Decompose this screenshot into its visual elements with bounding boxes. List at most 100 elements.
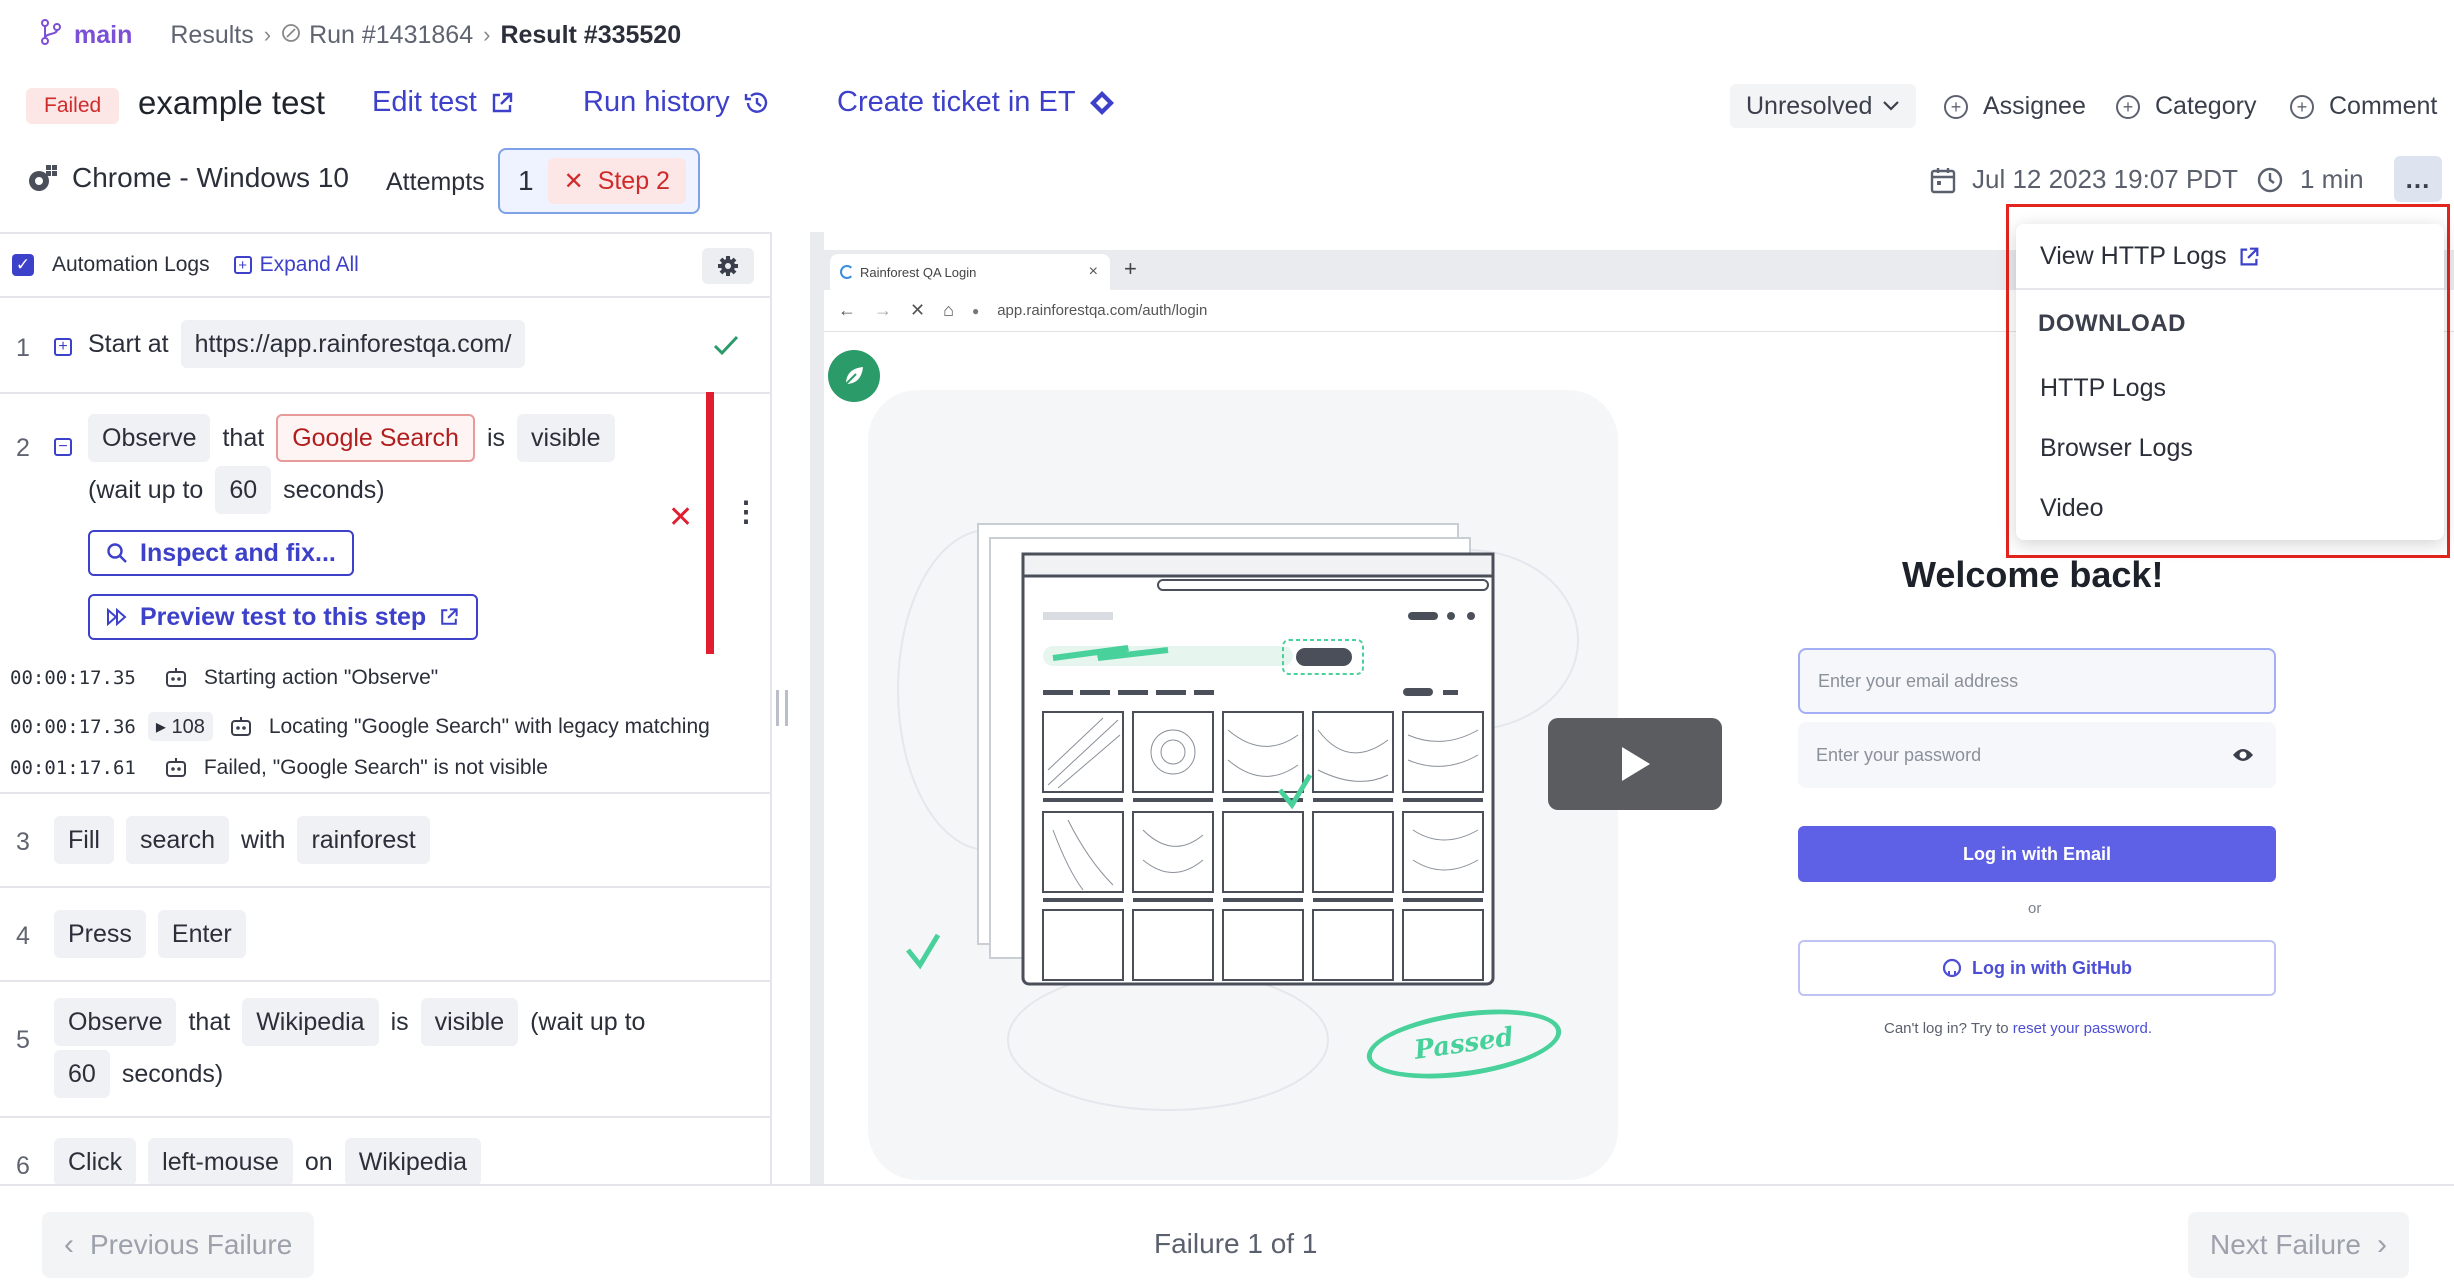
menu-item-browser-logs[interactable]: Browser Logs	[2040, 434, 2193, 463]
step-number: 2	[16, 434, 30, 462]
settings-button[interactable]	[702, 248, 754, 284]
log-count-chip[interactable]: ▸ 108	[147, 712, 213, 741]
comment-button[interactable]: + Comment	[2290, 92, 2437, 121]
step-row-failed[interactable]: 2 − Observe that Google Search is visibl…	[0, 394, 770, 794]
step-content-wait: 60 seconds)	[54, 1050, 235, 1098]
resolution-dropdown[interactable]: Unresolved	[1730, 84, 1917, 128]
create-ticket-label: Create ticket in ET	[837, 86, 1076, 118]
browser-tab-title: Rainforest QA Login	[860, 264, 977, 280]
log-message: Locating "Google Search" with legacy mat…	[268, 714, 710, 738]
assignee-button[interactable]: + Assignee	[1944, 92, 2086, 121]
category-button[interactable]: + Category	[2116, 92, 2256, 121]
step-word: on	[304, 1147, 333, 1176]
or-divider: or	[2028, 900, 2042, 917]
attempt-failed-step[interactable]: ✕ Step 2	[547, 158, 686, 204]
browser-label: Chrome - Windows 10	[72, 162, 349, 193]
edit-test-link[interactable]: Edit test	[372, 86, 515, 119]
automation-logs-label: Automation Logs	[52, 253, 210, 276]
attempt-number: 1	[518, 165, 534, 196]
automation-logs-checkbox[interactable]: ✓	[12, 254, 34, 276]
step-number: 1	[16, 334, 30, 362]
github-icon	[1942, 958, 1962, 978]
log-time: 00:00:17.36	[10, 715, 136, 738]
next-failure-button[interactable]: Next Failure ›	[2188, 1212, 2409, 1278]
step-word: that	[222, 423, 265, 452]
run-duration: 1 min	[2256, 164, 2364, 195]
menu-item-video[interactable]: Video	[2040, 494, 2104, 523]
attempts-label: Attempts	[386, 168, 485, 196]
more-options-menu: View HTTP Logs DOWNLOAD HTTP Logs Browse…	[2016, 224, 2444, 540]
login-github-label: Log in with GitHub	[1972, 957, 2132, 978]
calendar-icon	[1930, 167, 1956, 193]
kebab-menu-icon[interactable]: ⋮	[732, 498, 760, 526]
step-content: Observe that Google Search is visible	[88, 414, 627, 462]
eye-icon	[2233, 749, 2253, 761]
action-chip: Press	[54, 910, 146, 958]
target-chip: search	[125, 816, 229, 864]
target-chip: Wikipedia	[242, 998, 379, 1046]
log-count: 108	[171, 716, 205, 738]
email-placeholder: Enter your email address	[1818, 670, 2019, 691]
create-ticket-link[interactable]: Create ticket in ET	[837, 86, 1116, 119]
more-options-button[interactable]: ...	[2394, 156, 2442, 202]
action-chip: Observe	[88, 414, 211, 462]
step-row[interactable]: 3 Fill search with rainforest	[0, 794, 770, 888]
chevron-right-icon: ›	[483, 22, 491, 47]
breadcrumb-results[interactable]: Results	[170, 21, 253, 50]
branch-icon	[40, 18, 62, 52]
search-icon	[107, 543, 127, 563]
plus-circle-icon: +	[1944, 94, 1968, 119]
target-chip-failed[interactable]: Google Search	[276, 414, 475, 462]
check-icon	[713, 335, 739, 356]
login-title: Welcome back!	[1902, 554, 2164, 595]
step-row[interactable]: 4 Press Enter	[0, 888, 770, 982]
log-message: Starting action "Observe"	[203, 666, 439, 689]
edit-test-label: Edit test	[372, 86, 477, 118]
view-http-logs-label: View HTTP Logs	[2040, 242, 2227, 270]
external-link-icon	[441, 608, 458, 625]
breadcrumb-branch[interactable]: main	[74, 21, 132, 50]
target-chip: Wikipedia	[344, 1138, 482, 1184]
forward-arrow-icon: →	[874, 300, 892, 320]
step-row[interactable]: 5 Observe that Wikipedia is visible (wai…	[0, 982, 770, 1118]
minus-square-icon[interactable]: −	[54, 438, 72, 456]
step-row[interactable]: 6 Click left-mouse on Wikipedia	[0, 1118, 770, 1184]
password-placeholder: Enter your password	[1816, 744, 1982, 765]
clock-icon	[2257, 167, 2283, 192]
panel-resize-handle[interactable]	[776, 690, 788, 726]
step-content: Observe that Wikipedia is visible (wait …	[54, 998, 657, 1046]
home-icon: ⌂	[943, 300, 954, 320]
browser-url: app.rainforestqa.com/auth/login	[997, 302, 1208, 319]
expand-all-button[interactable]: + Expand All	[233, 253, 359, 277]
step-word: Start at	[88, 329, 169, 358]
state-chip: visible	[517, 414, 615, 462]
log-line: 00:00:17.36 ▸ 108 Locating "Google Searc…	[10, 712, 710, 741]
run-history-link[interactable]: Run history	[583, 86, 772, 119]
failure-indicator-bar	[706, 392, 714, 654]
play-video-button[interactable]	[1548, 718, 1722, 810]
assignee-label: Assignee	[1983, 92, 2086, 120]
date-value: Jul 12 2023 19:07 PDT	[1972, 164, 2238, 194]
step-number: 6	[16, 1152, 30, 1180]
external-link-icon	[492, 92, 512, 112]
action-chip: Fill	[54, 816, 114, 864]
login-email-button: Log in with Email	[1798, 826, 2276, 882]
log-line: 00:01:17.61 Failed, "Google Search" is n…	[10, 756, 548, 780]
logs-toolbar: ✓ Automation Logs + Expand All	[0, 234, 770, 298]
plus-square-icon[interactable]: +	[54, 338, 72, 356]
plus-square-icon: +	[233, 256, 252, 274]
page-title: example test	[138, 84, 326, 121]
breadcrumb-result: Result #335520	[500, 20, 682, 49]
action-chip: Observe	[54, 998, 177, 1046]
step-content-wait: (wait up to 60 seconds)	[88, 466, 397, 514]
previous-failure-button[interactable]: ‹ Previous Failure	[42, 1212, 315, 1278]
step-word: (wait up to	[88, 475, 204, 504]
menu-item-http-logs[interactable]: HTTP Logs	[2040, 374, 2166, 403]
inspect-and-fix-button[interactable]: Inspect and fix...	[88, 530, 354, 576]
step-word: seconds)	[283, 475, 385, 504]
menu-item-view-http-logs[interactable]: View HTTP Logs	[2040, 242, 2261, 271]
step-row[interactable]: 1 + Start at https://app.rainforestqa.co…	[0, 300, 770, 394]
preview-test-button[interactable]: Preview test to this step	[88, 594, 479, 640]
attempt-selector[interactable]: 1 ✕ Step 2	[498, 148, 700, 214]
breadcrumb-run[interactable]: Run #1431864	[309, 21, 473, 50]
